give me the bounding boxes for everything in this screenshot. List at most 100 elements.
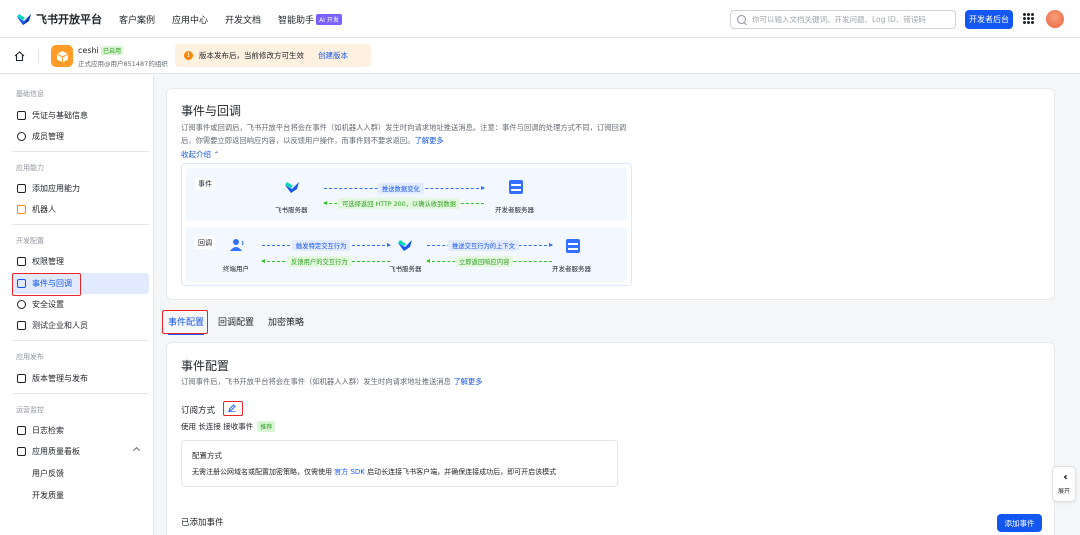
highlight-box	[162, 310, 208, 334]
intro-description: 订阅事件或回调后，飞书开放平台将会在事件（如机器人入群）发生时向请求地址推送消息…	[181, 122, 631, 147]
section-dev-config: 开发配置	[16, 237, 44, 245]
callback-tag: 回调	[195, 237, 215, 249]
expand-panel-button[interactable]: ‹‹ 展开	[1052, 466, 1076, 502]
sidebar-item-quality[interactable]: 应用质量看板	[12, 441, 149, 462]
dev-server-icon	[566, 239, 580, 253]
search-input[interactable]	[752, 15, 952, 24]
collapse-intro-toggle[interactable]: 收起介绍 ⌃	[181, 149, 220, 160]
sidebar-item-credentials[interactable]: 凭证与基础信息	[12, 105, 149, 126]
expand-label: 展开	[1057, 488, 1070, 495]
sidebar-item-add-capability[interactable]: 添加应用能力	[12, 178, 149, 199]
end-user-label: 终端用户	[223, 265, 249, 273]
app-subtitle: 正式应用@用户851487的组织	[78, 60, 168, 68]
shield-icon	[17, 300, 26, 309]
app-name: ceshi	[78, 46, 99, 55]
end-user-icon	[230, 239, 244, 251]
warning-icon: !	[184, 51, 193, 60]
push-change-label: 推送数据变化	[378, 183, 424, 194]
divider	[12, 224, 149, 225]
feedback-label: 反馈用户的交互行为	[287, 256, 352, 267]
page-title: 事件与回调	[181, 104, 242, 118]
ai-badge: AI 开发	[316, 14, 342, 25]
highlight-box	[223, 401, 243, 416]
event-config-title: 事件配置	[181, 359, 230, 373]
sidebar-item-logs[interactable]: 日志检索	[12, 420, 149, 441]
dev-console-button[interactable]: 开发者后台	[965, 10, 1013, 29]
mode-text: 使用 长连接 接收事件	[181, 422, 254, 431]
feishu-server-icon	[398, 240, 412, 251]
divider	[12, 340, 149, 341]
top-bar: 飞书开放平台 客户案例 应用中心 开发文档 智能助手AI 开发 开发者后台	[0, 0, 1080, 38]
user-avatar[interactable]	[1046, 10, 1064, 28]
sidebar-item-label: 权限管理	[32, 257, 64, 266]
add-event-button[interactable]: 添加事件	[997, 514, 1042, 532]
divider	[12, 393, 149, 394]
search-box[interactable]	[730, 10, 956, 29]
permissions-icon	[17, 257, 26, 266]
bot-icon	[17, 205, 26, 214]
sidebar-subitem-dev-quality[interactable]: 开发质量	[32, 490, 64, 501]
test-tenant-icon	[17, 321, 26, 330]
sidebar-item-bot[interactable]: 机器人	[12, 199, 149, 220]
sidebar-item-label: 凭证与基础信息	[32, 111, 88, 120]
intro-desc-text: 订阅事件或回调后，飞书开放平台将会在事件（如机器人入群）发生时向请求地址推送消息…	[181, 123, 627, 145]
section-basic-info: 基础信息	[16, 90, 44, 98]
event-callback-diagram: 事件 回调 飞书服务器 推送数据变化 可选择返回 HTTP 200，以确认收到数…	[181, 163, 632, 286]
app-status-badge: 已启用	[101, 46, 124, 55]
app-cube-icon	[51, 45, 73, 67]
sidebar-item-label: 安全设置	[32, 300, 64, 309]
notice-text: 版本发布后，当前修改方可生效	[199, 51, 304, 60]
nav-ai-assistant[interactable]: 智能助手 AI 开发	[278, 13, 342, 26]
recommended-badge: 推荐	[257, 421, 276, 432]
divider	[12, 151, 149, 152]
apps-grid-icon[interactable]	[1023, 13, 1034, 24]
create-version-link[interactable]: 创建版本	[318, 50, 348, 61]
subscription-mode-title: 订阅方式	[181, 406, 216, 416]
official-sdk-link[interactable]: 官方 SDK	[334, 468, 365, 476]
nav-customer-cases[interactable]: 客户案例	[119, 13, 155, 26]
sidebar-subitem-feedback[interactable]: 用户反馈	[32, 468, 64, 479]
chart-icon	[17, 447, 26, 456]
highlight-box	[12, 273, 81, 296]
sidebar-item-label: 版本管理与发布	[32, 374, 88, 383]
config-method-title: 配置方式	[192, 451, 222, 460]
sidebar-item-members[interactable]: 成员管理	[12, 126, 149, 147]
feishu-open-logo[interactable]: 飞书开放平台	[16, 11, 102, 27]
lark-logo-icon	[17, 14, 31, 25]
event-config-card	[166, 342, 1055, 535]
tab-callback-config[interactable]: 回调配置	[218, 308, 254, 336]
nav-ai-assistant-label: 智能助手	[278, 16, 315, 26]
learn-more-link[interactable]: 了解更多	[453, 377, 482, 386]
feishu-server-label: 飞书服务器	[389, 265, 422, 273]
respond-label: 立即返回响应内容	[455, 256, 514, 267]
divider	[38, 49, 39, 63]
nav-app-center[interactable]: 应用中心	[172, 13, 208, 26]
nav-dev-docs[interactable]: 开发文档	[225, 13, 261, 26]
section-monitoring: 运营监控	[16, 406, 44, 414]
version-icon	[17, 374, 26, 383]
home-icon[interactable]	[14, 51, 25, 61]
push-context-label: 推送交互行为的上下文	[448, 240, 519, 251]
sidebar-item-label: 日志检索	[32, 426, 64, 435]
config-method-box: 配置方式 无需注册公网域名或配置加密策略，仅需使用 官方 SDK 启动长连接飞书…	[181, 440, 618, 487]
added-events-title: 已添加事件	[181, 518, 224, 528]
add-capability-icon	[17, 184, 26, 193]
event-config-desc-text: 订阅事件后，飞书开放平台将会在事件（如机器人入群）发生时向请求地址推送消息	[181, 377, 451, 386]
search-icon	[737, 15, 746, 24]
subscription-mode: 使用 长连接 接收事件 推荐	[181, 421, 276, 432]
dev-server-label: 开发者服务器	[552, 265, 591, 273]
tab-encryption[interactable]: 加密策略	[268, 308, 304, 336]
sidebar-item-permissions[interactable]: 权限管理	[12, 251, 149, 272]
learn-more-link[interactable]: 了解更多	[415, 136, 444, 145]
chevron-up-icon	[132, 446, 141, 455]
sidebar-item-version[interactable]: 版本管理与发布	[12, 368, 149, 389]
sidebar-item-label: 应用质量看板	[32, 447, 80, 456]
config-desc-part2: 启动长连接飞书客户端，并确保连接成功后，即可开启该模式	[367, 468, 557, 476]
http200-label: 可选择返回 HTTP 200，以确认收到数据	[338, 198, 460, 209]
dev-server-icon	[509, 180, 523, 194]
collapse-label: 收起介绍	[181, 150, 211, 159]
feishu-server-icon	[285, 182, 299, 193]
sidebar-item-test-tenant[interactable]: 测试企业和人员	[12, 315, 149, 336]
event-row	[186, 168, 627, 221]
sidebar-item-security[interactable]: 安全设置	[12, 294, 149, 315]
